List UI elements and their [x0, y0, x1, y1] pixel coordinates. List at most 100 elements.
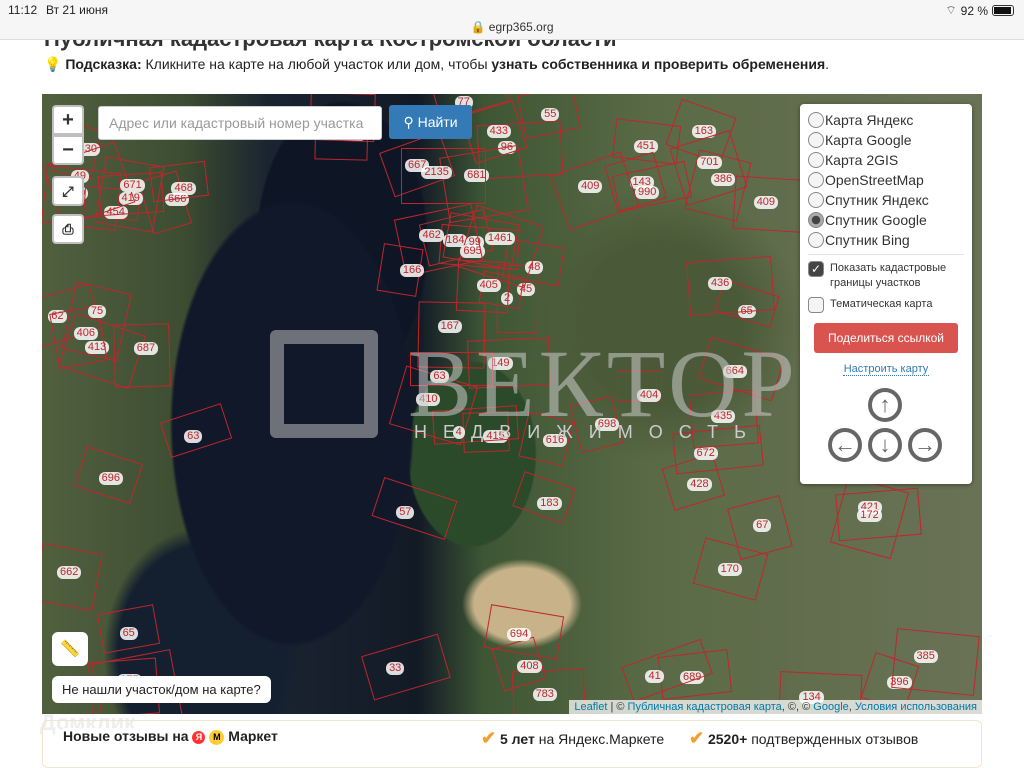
parcel-label[interactable]: 409	[578, 180, 603, 194]
expand-icon: ⤢	[62, 182, 74, 199]
radio-button[interactable]	[808, 132, 824, 148]
leaflet-link[interactable]: Leaflet	[574, 701, 607, 713]
hint-label: Подсказка:	[65, 56, 142, 72]
reviews-block: Новые отзывы на Я М Маркет ✔ 5 лет на Ян…	[42, 720, 982, 768]
parcel-label[interactable]: 75	[87, 305, 107, 319]
share-button[interactable]: Поделиться ссылкой	[814, 323, 958, 353]
arrow-up-icon: ↑	[879, 392, 891, 417]
thematic-checkbox[interactable]: Тематическая карта	[808, 297, 964, 313]
ruler-button[interactable]: 📏	[52, 632, 88, 666]
parcel-boundary[interactable]	[361, 633, 452, 701]
parcel-label[interactable]: 694	[506, 628, 532, 642]
radio-button[interactable]	[808, 112, 824, 128]
parcel-label[interactable]: 783	[532, 687, 557, 701]
radio-button[interactable]	[808, 172, 824, 188]
pan-right-button[interactable]: →	[908, 428, 942, 462]
layer-option[interactable]: Карта Яндекс	[808, 110, 964, 130]
status-bar: 11:12 Вт 21 июня 🔒 egrp365.org ⌔ 92 %	[0, 0, 1024, 40]
parcel-label[interactable]: 696	[98, 472, 123, 486]
parcel-label[interactable]: 33	[386, 661, 405, 675]
parcel-label[interactable]: 166	[399, 264, 425, 278]
zoom-out-button[interactable]: −	[52, 135, 84, 165]
parcel-label[interactable]: 67	[753, 518, 772, 532]
parcel-label[interactable]: 687	[133, 341, 159, 355]
hint: 💡 Подсказка: Кликните на карте на любой …	[44, 56, 829, 73]
layer-option[interactable]: Карта 2GIS	[808, 150, 964, 170]
radio-button[interactable]	[808, 232, 824, 248]
parcel-label[interactable]: 662	[57, 565, 82, 579]
parcel-label[interactable]: 672	[693, 446, 718, 460]
parcel-label[interactable]: 385	[913, 650, 938, 664]
hint-end: .	[825, 56, 830, 72]
hint-text: Кликните на карте на любой участок или д…	[141, 56, 492, 72]
show-borders-checkbox[interactable]: ✓ Показать кадастровые границы участков	[808, 261, 964, 291]
fullscreen-button[interactable]: ⤢	[52, 176, 84, 206]
stat1-bold: 5 лет	[499, 731, 535, 747]
layer-option-label: Спутник Яндекс	[825, 192, 929, 208]
map[interactable]: 415 96 451 63 396 183 184 65 99 143 413 149 386 385 55…	[42, 94, 982, 714]
parcel-label[interactable]: 408	[517, 659, 542, 673]
attribution: Leaflet | © Публичная кадастровая карта,…	[569, 700, 982, 714]
parcel-label[interactable]: 451	[633, 139, 659, 153]
zoom-in-button[interactable]: +	[52, 105, 84, 135]
radio-button[interactable]	[808, 152, 824, 168]
parcel-label[interactable]: 183	[537, 497, 562, 511]
checkbox-checked[interactable]: ✓	[808, 261, 824, 277]
parcel-label[interactable]: 65	[119, 626, 138, 640]
google-link[interactable]: Google	[813, 701, 848, 713]
layer-option[interactable]: OpenStreetMap	[808, 170, 964, 190]
pan-up-button[interactable]: ↑	[868, 388, 902, 422]
parcel-boundary[interactable]	[371, 476, 458, 540]
stat2-rest: подтвержденных отзывов	[747, 731, 919, 747]
parcel-label[interactable]: 436	[707, 277, 733, 291]
reviews-title-pre: Новые отзывы на	[63, 728, 193, 744]
pkk-link[interactable]: Публичная кадастровая карта	[628, 701, 782, 713]
parcel-label[interactable]: 172	[857, 508, 882, 522]
parcel-label[interactable]: 2135	[421, 166, 452, 180]
stat-years: ✔ 5 лет на Яндекс.Маркете	[475, 728, 671, 749]
parcel-label[interactable]: 468	[171, 182, 196, 196]
not-found-button[interactable]: Не нашли участок/дом на карте?	[52, 676, 271, 703]
ruler-icon: 📏	[60, 641, 80, 658]
lock-icon: 🔒	[470, 20, 486, 34]
radio-button[interactable]	[808, 192, 824, 208]
parcel-label[interactable]: 55	[541, 108, 560, 122]
layer-option[interactable]: Спутник Google	[808, 210, 964, 230]
layer-option[interactable]: Спутник Яндекс	[808, 190, 964, 210]
print-button[interactable]: ⎙	[52, 214, 84, 244]
parcel-label[interactable]: 990	[634, 186, 660, 200]
layer-option-label: Спутник Google	[825, 212, 927, 228]
layer-option-label: Спутник Bing	[825, 232, 910, 248]
parcel-label[interactable]: 405	[476, 279, 501, 293]
parcel-label[interactable]: 57	[396, 505, 415, 519]
parcel-label[interactable]: 409	[753, 196, 779, 210]
arrow-right-icon: →	[914, 432, 936, 457]
address-bar[interactable]: 🔒 egrp365.org	[0, 20, 1024, 34]
radio-button[interactable]	[808, 212, 824, 228]
arrow-down-icon: ↓	[879, 432, 891, 457]
stat2-bold: 2520+	[707, 731, 748, 747]
parcel-label[interactable]: 41	[645, 670, 664, 684]
tune-map-link[interactable]: Настроить карту	[843, 363, 929, 376]
layer-option[interactable]: Карта Google	[808, 130, 964, 150]
pan-left-button[interactable]: ←	[828, 428, 862, 462]
parcel-label[interactable]: 433	[486, 125, 511, 139]
parcel-label[interactable]: 170	[717, 563, 742, 577]
reviews-title-post: Маркет	[224, 728, 278, 744]
layer-option[interactable]: Спутник Bing	[808, 230, 964, 250]
parcel-label[interactable]: 701	[697, 155, 722, 169]
parcel-label[interactable]: 671	[120, 178, 145, 192]
parcel-boundary[interactable]	[112, 322, 171, 387]
parcel-label[interactable]: 63	[184, 430, 203, 444]
checkbox-unchecked[interactable]	[808, 297, 824, 313]
terms-link[interactable]: Условия использования	[855, 701, 977, 713]
find-button[interactable]: ⚲ Найти	[389, 105, 472, 139]
reviews-title[interactable]: Новые отзывы на Я М Маркет	[63, 728, 286, 745]
pan-down-button[interactable]: ↓	[868, 428, 902, 462]
thematic-label: Тематическая карта	[830, 298, 933, 310]
parcel-label[interactable]: 462	[419, 228, 444, 242]
bulb-icon: 💡	[44, 56, 62, 72]
arrow-left-icon: ←	[834, 432, 856, 457]
search-input[interactable]: Адрес или кадастровый номер участка	[98, 106, 382, 140]
parcel-label[interactable]: 428	[687, 477, 712, 491]
